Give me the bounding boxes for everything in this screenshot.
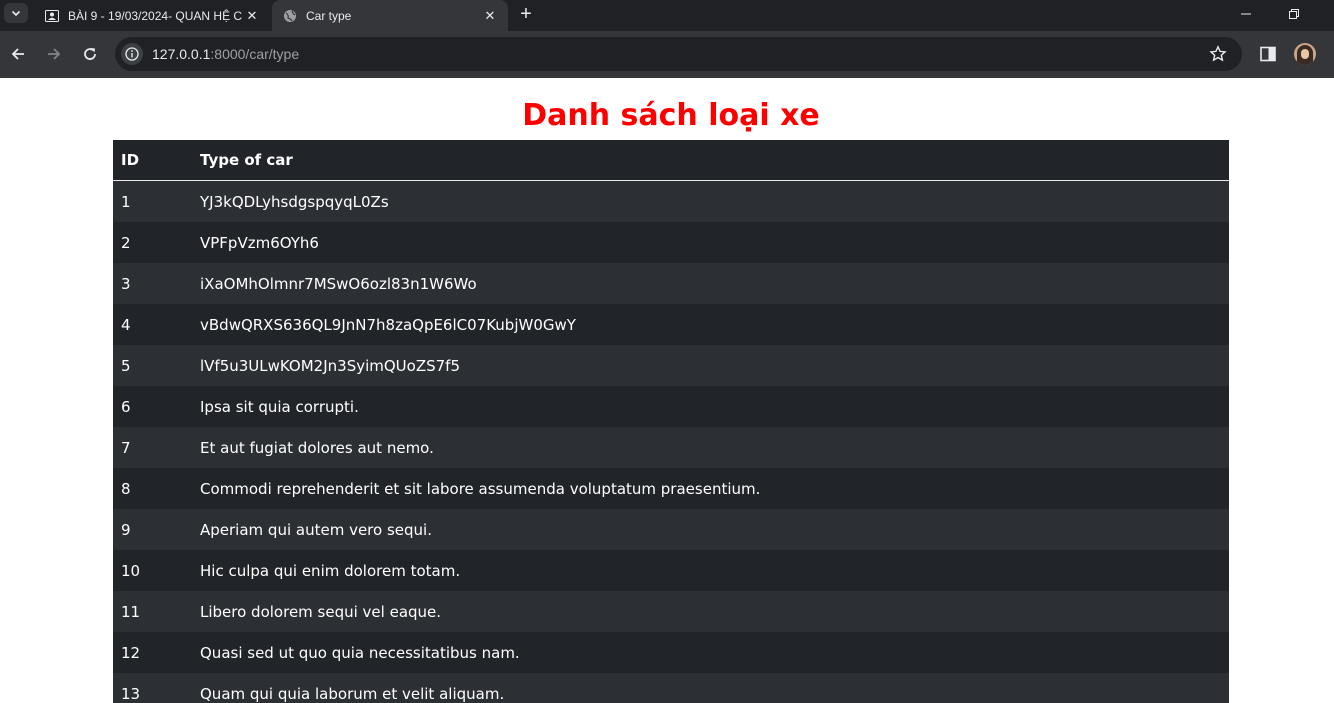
cell-type: Quam qui quia laborum et velit aliquam. bbox=[200, 684, 505, 703]
reload-icon bbox=[84, 48, 96, 60]
chevron-down-icon bbox=[11, 10, 21, 17]
url-path: :8000/car/type bbox=[210, 46, 300, 62]
close-icon[interactable]: ✕ bbox=[244, 8, 260, 24]
table-row: 4 vBdwQRXS636QL9JnN7h8zaQpE6lC07KubjW0GwY bbox=[113, 304, 1229, 345]
table-row: 6 Ipsa sit quia corrupti. bbox=[113, 386, 1229, 427]
cell-id: 1 bbox=[121, 192, 131, 211]
table-row: 3 iXaOMhOlmnr7MSwO6ozl83n1W6Wo bbox=[113, 263, 1229, 304]
cell-id: 13 bbox=[121, 684, 141, 703]
arrow-left-icon bbox=[11, 48, 24, 60]
cell-id: 6 bbox=[121, 397, 131, 416]
column-header-type: Type of car bbox=[200, 151, 293, 169]
browser-toolbar: 127.0.0.1:8000/car/type bbox=[0, 31, 1334, 78]
cell-id: 11 bbox=[121, 602, 141, 621]
cell-id: 3 bbox=[121, 274, 131, 293]
tab-strip: BÀI 9 - 19/03/2024- QUAN HỆ C ✕ Car type… bbox=[0, 0, 1334, 31]
table-row: 1 YJ3kQDLyhsdgspqyqL0Zs bbox=[113, 181, 1229, 222]
tab-bai9[interactable]: BÀI 9 - 19/03/2024- QUAN HỆ C ✕ bbox=[34, 0, 270, 31]
table-row: 5 lVf5u3ULwKOM2Jn3SyimQUoZS7f5 bbox=[113, 345, 1229, 386]
new-tab-button[interactable]: + bbox=[514, 2, 538, 26]
minimize-icon[interactable] bbox=[1234, 0, 1258, 28]
url-text: 127.0.0.1:8000/car/type bbox=[152, 46, 299, 62]
cell-id: 8 bbox=[121, 479, 131, 498]
bookmark-star-icon[interactable] bbox=[1208, 44, 1228, 64]
cell-type: Aperiam qui autem vero sequi. bbox=[200, 520, 432, 539]
cell-id: 5 bbox=[121, 356, 131, 375]
cell-type: Et aut fugiat dolores aut nemo. bbox=[200, 438, 434, 457]
table-row: 7 Et aut fugiat dolores aut nemo. bbox=[113, 427, 1229, 468]
reload-button[interactable] bbox=[78, 42, 102, 66]
tab-car-type[interactable]: Car type ✕ bbox=[272, 0, 508, 31]
cell-type: Libero dolorem sequi vel eaque. bbox=[200, 602, 442, 621]
table-row: 12 Quasi sed ut quo quia necessitatibus n… bbox=[113, 632, 1229, 673]
person-card-icon bbox=[44, 8, 60, 24]
page-title: Danh sách loại xe bbox=[522, 98, 820, 133]
profile-avatar[interactable] bbox=[1294, 43, 1316, 65]
cell-id: 2 bbox=[121, 233, 131, 252]
cell-type: Quasi sed ut quo quia necessitatibus nam… bbox=[200, 643, 520, 662]
cell-id: 10 bbox=[121, 561, 141, 580]
arrow-right-icon bbox=[48, 48, 61, 60]
table-row: 10 Hic culpa qui enim dolorem totam. bbox=[113, 550, 1229, 591]
address-bar[interactable]: 127.0.0.1:8000/car/type bbox=[115, 37, 1242, 71]
table-row: 2 VPFpVzm6OYh6 bbox=[113, 222, 1229, 263]
cell-type: lVf5u3ULwKOM2Jn3SyimQUoZS7f5 bbox=[200, 356, 460, 375]
cell-type: Commodi reprehenderit et sit labore assu… bbox=[200, 479, 761, 498]
cell-id: 4 bbox=[121, 315, 131, 334]
table-body: 1 YJ3kQDLyhsdgspqyqL0Zs 2 VPFpVzm6OYh6 3 iXaO… bbox=[113, 181, 1229, 703]
table-row: 11 Libero dolorem sequi vel eaque. bbox=[113, 591, 1229, 632]
close-icon[interactable]: ✕ bbox=[482, 8, 498, 24]
cell-id: 12 bbox=[121, 643, 141, 662]
cell-type: YJ3kQDLyhsdgspqyqL0Zs bbox=[200, 192, 389, 211]
cell-type: Hic culpa qui enim dolorem totam. bbox=[200, 561, 461, 580]
forward-button[interactable] bbox=[42, 42, 66, 66]
table-row: 9 Aperiam qui autem vero sequi. bbox=[113, 509, 1229, 550]
cell-id: 7 bbox=[121, 438, 131, 457]
tab-search-button[interactable] bbox=[4, 3, 28, 23]
table-row: 8 Commodi reprehenderit et sit labore ass… bbox=[113, 468, 1229, 509]
cell-type: Ipsa sit quia corrupti. bbox=[200, 397, 359, 416]
back-button[interactable] bbox=[6, 42, 30, 66]
tab-title: Car type bbox=[306, 8, 352, 23]
cell-type: vBdwQRXS636QL9JnN7h8zaQpE6lC07KubjW0GwY bbox=[200, 315, 576, 334]
restore-icon[interactable] bbox=[1282, 0, 1306, 28]
table-header: ID Type of car bbox=[113, 140, 1229, 181]
car-type-table: ID Type of car 1 YJ3kQDLyhsdgspqyqL0Zs 2 VP… bbox=[113, 140, 1229, 703]
url-host: 127.0.0.1 bbox=[152, 46, 211, 62]
cell-type: iXaOMhOlmnr7MSwO6ozl83n1W6Wo bbox=[200, 274, 477, 293]
globe-icon bbox=[282, 8, 298, 24]
table-row: 13 Quam qui quia laborum et velit aliquam… bbox=[113, 673, 1229, 703]
side-panel-icon[interactable] bbox=[1259, 43, 1277, 65]
tab-title: BÀI 9 - 19/03/2024- QUAN HỆ C bbox=[68, 8, 243, 23]
cell-id: 9 bbox=[121, 520, 131, 539]
cell-type: VPFpVzm6OYh6 bbox=[200, 233, 319, 252]
column-header-id: ID bbox=[121, 151, 140, 169]
page-content: Danh sách loại xe ID Type of car 1 YJ3kQD… bbox=[0, 78, 1334, 703]
site-info-icon[interactable] bbox=[121, 43, 143, 65]
